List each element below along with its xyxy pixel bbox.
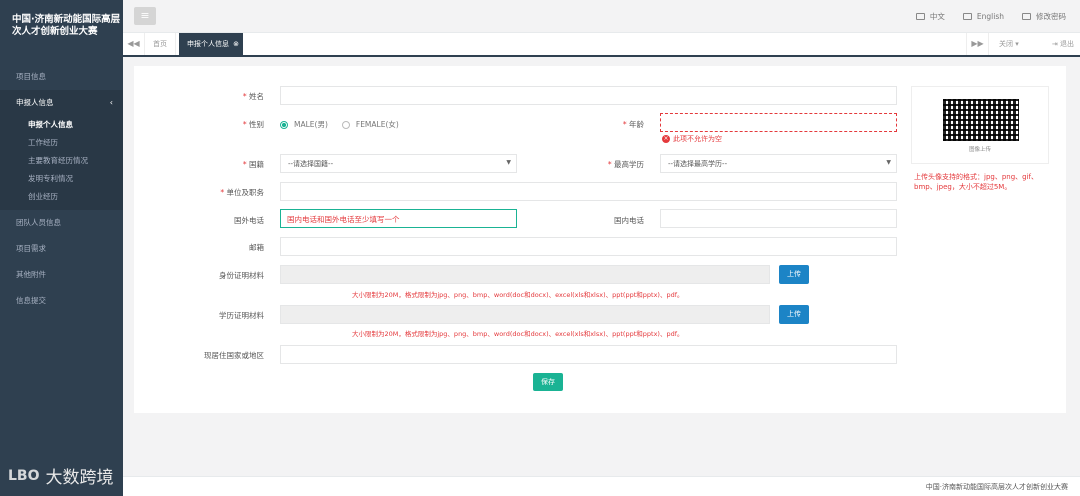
exit-button[interactable]: ⇥ 退出 — [1052, 33, 1074, 55]
language-icon — [915, 13, 925, 20]
topbar: ≡ 中文 English 修改密码 — [123, 0, 1080, 33]
qr-code-image — [943, 99, 1019, 141]
tab-scroll-right-icon[interactable]: ▶▶ — [966, 33, 988, 55]
change-password-link[interactable]: 修改密码 — [1022, 11, 1066, 22]
chevron-left-icon: ‹ — [109, 98, 113, 107]
top-links: 中文 English 修改密码 — [915, 0, 1066, 33]
unit-label: * 单位及职务 — [220, 188, 264, 197]
sidebar-subitem-personal-info[interactable]: 申报个人信息 — [0, 116, 123, 134]
domestic-phone-input[interactable] — [660, 209, 897, 228]
tab-home[interactable]: 首页 — [145, 33, 176, 55]
id-upload-button[interactable]: 上传 — [779, 265, 809, 284]
sidebar-item-applicant-info[interactable]: 申报人信息 ‹ — [0, 90, 123, 116]
foreign-phone-label: 国外电话 — [234, 216, 264, 225]
phone-placeholder: 国内电话和国外电话至少填写一个 — [287, 215, 400, 224]
close-tabs-dropdown[interactable]: 关闭 ▾ — [988, 33, 1040, 55]
degree-label: * 最高学历 — [607, 160, 644, 169]
watermark-logo-icon: LBO — [8, 467, 40, 484]
age-input[interactable] — [660, 113, 897, 132]
footer: 中国·济南新动能国际高层次人才创新创业大赛 — [123, 476, 1080, 496]
edu-material-label: 学历证明材料 — [219, 311, 264, 320]
sidebar: 中国·济南新动能国际高层次人才创新创业大赛 项目信息 申报人信息 ‹ 申报个人信息… — [0, 0, 123, 496]
sidebar-item-label: 其他附件 — [16, 270, 46, 279]
age-error: × 此项不允许为空 — [662, 135, 722, 143]
watermark-text: 大数跨境 — [45, 468, 114, 488]
nationality-label: * 国籍 — [242, 160, 264, 169]
sidebar-item-team[interactable]: 团队人员信息 — [0, 210, 123, 236]
foreign-phone-input[interactable]: 国内电话和国外电话至少填写一个 — [280, 209, 517, 228]
id-upload-hint: 大小限制为20M，格式限制为jpg、png、bmp、word(doc和docx)… — [352, 291, 684, 299]
age-label: * 年龄 — [622, 120, 644, 129]
select-value: --请选择国籍-- — [288, 160, 334, 168]
save-button[interactable]: 保存 — [533, 373, 563, 391]
close-icon[interactable]: ⊗ — [233, 33, 239, 55]
brand-title: 中国·济南新动能国际高层次人才创新创业大赛 — [12, 14, 121, 37]
link-label: 修改密码 — [1036, 12, 1066, 21]
key-icon — [1022, 13, 1031, 20]
sidebar-nav: 项目信息 申报人信息 ‹ 申报个人信息 工作经历 主要教育经历情况 发明专利情况 … — [0, 64, 123, 314]
name-input[interactable] — [280, 86, 897, 105]
language-icon — [962, 13, 972, 20]
gender-radio-group: MALE(男) FEMALE(女) — [280, 119, 399, 130]
sidebar-subitem-patents[interactable]: 发明专利情况 — [0, 170, 123, 188]
sidebar-item-label: 项目需求 — [16, 244, 46, 253]
edu-upload-hint: 大小限制为20M，格式限制为jpg、png、bmp、word(doc和docx)… — [352, 330, 684, 338]
degree-select[interactable]: --请选择最高学历-- ▼ — [660, 154, 897, 173]
sidebar-item-label: 团队人员信息 — [16, 218, 61, 227]
tab-personal-info[interactable]: 申报个人信息 ⊗ — [179, 33, 243, 55]
email-input[interactable] — [280, 237, 897, 256]
menu-toggle-icon[interactable]: ≡ — [134, 7, 156, 25]
email-label: 邮箱 — [249, 243, 264, 252]
lang-chinese-link[interactable]: 中文 — [915, 11, 945, 22]
residence-label: 现居住国家或地区 — [204, 351, 264, 360]
form-panel: * 姓名 * 性别 MALE(男) FEMALE(女) * 年龄 × 此项不允许为… — [134, 66, 1066, 413]
sidebar-item-needs[interactable]: 项目需求 — [0, 236, 123, 262]
gender-female-label: FEMALE(女) — [355, 120, 399, 129]
tab-scroll-left-icon[interactable]: ◀◀ — [123, 33, 145, 55]
sidebar-item-submit[interactable]: 信息提交 — [0, 288, 123, 314]
edu-material-file[interactable] — [280, 305, 770, 324]
select-value: --请选择最高学历-- — [668, 160, 728, 168]
id-material-file[interactable] — [280, 265, 770, 284]
gender-female-radio[interactable] — [341, 120, 350, 129]
tab-label: 申报个人信息 — [187, 40, 229, 48]
footer-text: 中国·济南新动能国际高层次人才创新创业大赛 — [925, 483, 1068, 491]
residence-input[interactable] — [280, 345, 897, 364]
error-icon: × — [662, 135, 670, 143]
sidebar-item-label: 信息提交 — [16, 296, 46, 305]
photo-hint: 上传头像支持的格式：jpg、png、gif、bmp、jpeg，大小不超过5M。 — [914, 173, 1039, 191]
sidebar-submenu: 申报个人信息 工作经历 主要教育经历情况 发明专利情况 创业经历 — [0, 116, 123, 210]
link-label: English — [976, 12, 1004, 21]
sidebar-item-label: 申报人信息 — [16, 98, 54, 107]
gender-male-label: MALE(男) — [294, 120, 328, 129]
domestic-phone-label: 国内电话 — [614, 216, 644, 225]
id-material-label: 身份证明材料 — [219, 271, 264, 280]
sidebar-item-attachments[interactable]: 其他附件 — [0, 262, 123, 288]
nationality-select[interactable]: --请选择国籍-- ▼ — [280, 154, 517, 173]
sidebar-subitem-work-experience[interactable]: 工作经历 — [0, 134, 123, 152]
name-label: * 姓名 — [242, 92, 264, 101]
unit-input[interactable] — [280, 182, 897, 201]
photo-upload-box[interactable]: 图像上传 — [911, 86, 1049, 164]
lang-english-link[interactable]: English — [962, 12, 1004, 21]
tab-bar: ◀◀ 首页 申报个人信息 ⊗ ▶▶ 关闭 ▾ ⇥ 退出 — [123, 33, 1080, 57]
link-label: 中文 — [929, 12, 945, 21]
edu-upload-button[interactable]: 上传 — [779, 305, 809, 324]
chevron-down-icon: ▼ — [506, 159, 511, 166]
sidebar-subitem-startup[interactable]: 创业经历 — [0, 188, 123, 206]
watermark: LBO 大数跨境 — [8, 463, 114, 489]
sidebar-subitem-education[interactable]: 主要教育经历情况 — [0, 152, 123, 170]
sidebar-item-label: 项目信息 — [16, 72, 46, 81]
sidebar-item-project-info[interactable]: 项目信息 — [0, 64, 123, 90]
chevron-down-icon: ▼ — [886, 159, 891, 166]
gender-label: * 性别 — [242, 120, 264, 129]
gender-male-radio[interactable] — [280, 120, 288, 129]
photo-caption: 图像上传 — [968, 147, 991, 153]
